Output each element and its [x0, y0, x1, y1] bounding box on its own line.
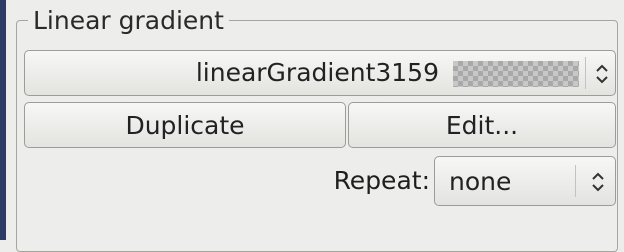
duplicate-button-label: Duplicate: [125, 110, 245, 140]
repeat-separator: [575, 165, 576, 197]
repeat-label: Repeat:: [333, 166, 430, 195]
repeat-select[interactable]: none: [434, 156, 616, 206]
linear-gradient-panel: Linear gradient linearGradient3159 Dupli…: [6, 0, 624, 252]
gradient-preview-swatch: [453, 61, 579, 87]
duplicate-button[interactable]: Duplicate: [24, 102, 346, 148]
gradient-select-combobox[interactable]: linearGradient3159: [24, 50, 616, 96]
repeat-value: none: [449, 166, 512, 196]
section-title: Linear gradient: [28, 6, 229, 36]
combo-separator: [585, 57, 586, 89]
edit-button-label: Edit...: [445, 110, 519, 140]
edit-button[interactable]: Edit...: [348, 102, 616, 148]
updown-arrows-icon: [591, 59, 613, 89]
gradient-name: linearGradient3159: [195, 58, 439, 87]
updown-arrows-icon: [587, 167, 609, 197]
